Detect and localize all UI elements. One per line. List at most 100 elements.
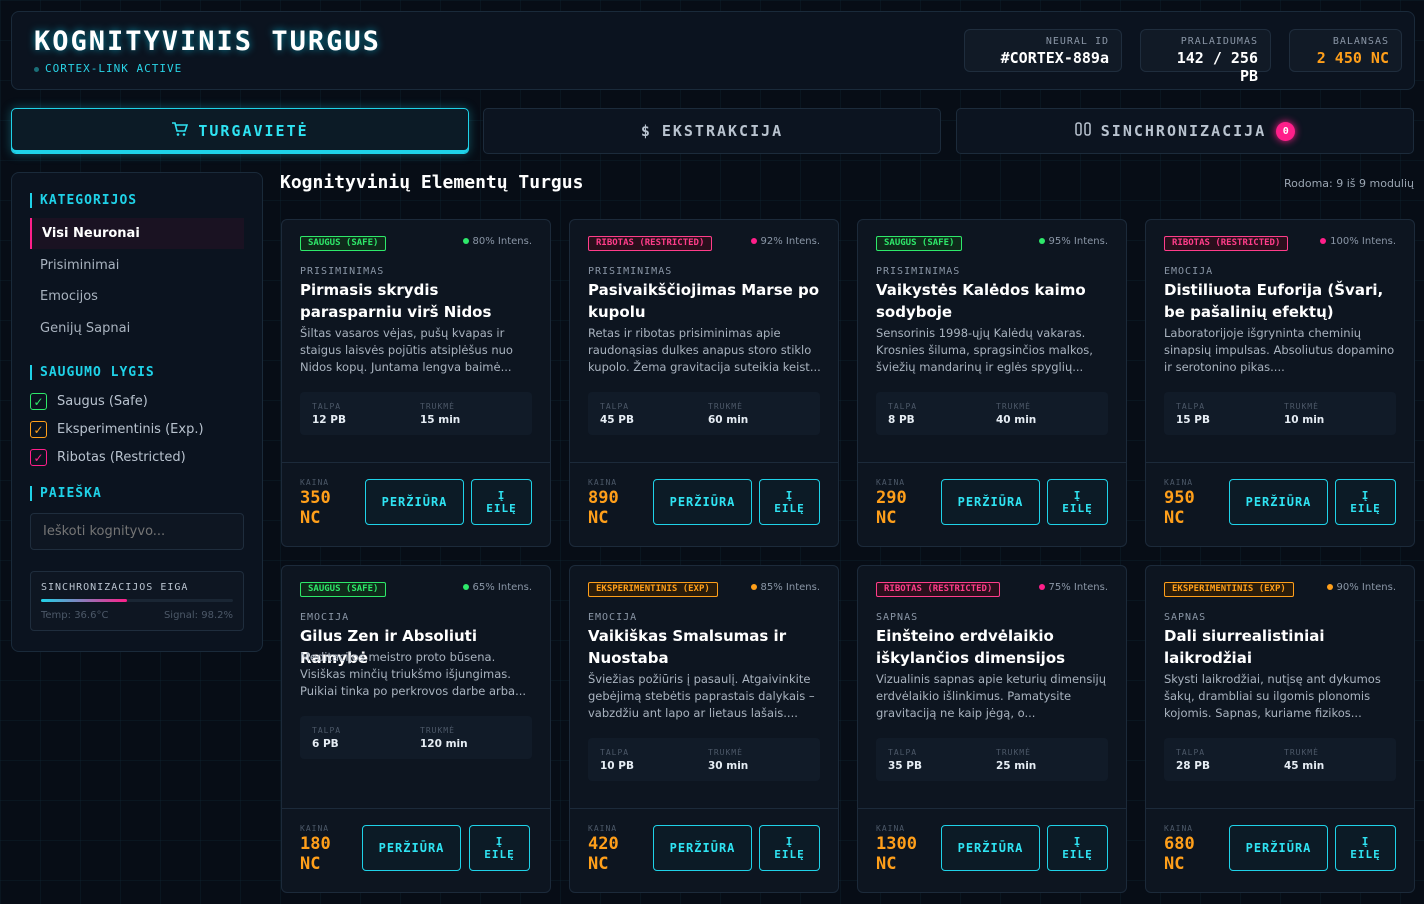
preview-button[interactable]: PERŽIŪRA (941, 479, 1040, 525)
sidebar-item-all-neurons[interactable]: Visi Neuronai (30, 218, 244, 249)
capacity-label: TALPA (1176, 402, 1206, 411)
add-to-queue-button[interactable]: Į EILĘ (759, 479, 820, 525)
capacity-value: 6 PB (312, 738, 339, 750)
card-category: PRISIMINIMAS (876, 266, 961, 277)
intensity-dot-icon (1326, 584, 1333, 590)
card-description: Meditacijos meistro proto būsena. Visišk… (300, 650, 527, 698)
price-currency: NC (876, 508, 897, 528)
card-description: Šviežias požiūris į pasaulį. Atgaivinkit… (588, 672, 815, 720)
queue-label-1: Į (1073, 835, 1082, 848)
filter-label: Saugus (Safe) (57, 394, 148, 409)
intensity-indicator: 75% Intens. (1038, 582, 1108, 593)
intensity-dot-icon (1038, 584, 1045, 590)
intensity-indicator: 92% Intens. (750, 236, 820, 247)
preview-button[interactable]: PERŽIŪRA (1229, 479, 1328, 525)
preview-button[interactable]: PERŽIŪRA (653, 479, 752, 525)
capacity-label: TALPA (600, 402, 630, 411)
intensity-dot-icon (462, 584, 469, 590)
add-to-queue-button[interactable]: Į EILĘ (759, 825, 820, 871)
sidebar-item-memories[interactable]: Prisiminimai (30, 250, 244, 281)
filter-experimental[interactable]: ✓ Eksperimentinis (Exp.) (30, 421, 204, 438)
duration-value: 45 min (1284, 760, 1325, 772)
add-to-queue-button[interactable]: Į EILĘ (1047, 479, 1108, 525)
preview-button[interactable]: PERŽIŪRA (1229, 825, 1328, 871)
queue-label-2: EILĘ (1062, 848, 1093, 861)
check-icon[interactable]: ✓ (30, 449, 47, 466)
card-specs: TALPA 28 PB TRUKMĖ 45 min (1164, 738, 1396, 781)
stat-label: NEURAL ID (1045, 36, 1109, 47)
price-currency: NC (876, 854, 897, 874)
queue-label-1: Į (1073, 489, 1082, 502)
safety-badge: EKSPERIMENTINIS (EXP) (588, 582, 718, 597)
add-to-queue-button[interactable]: Į EILĘ (1047, 825, 1108, 871)
add-to-queue-button[interactable]: Į EILĘ (1335, 479, 1396, 525)
queue-label-2: EILĘ (486, 502, 517, 515)
tab-label: EKSTRAKCIJA (661, 122, 784, 140)
categories-heading: KATEGORIJOS (30, 193, 137, 208)
price-value: 180 NC (300, 834, 355, 874)
card-category: SAPNAS (1164, 612, 1207, 623)
price-value: 350 NC (300, 488, 355, 528)
price-currency: NC (1164, 854, 1185, 874)
duration-label: TRUKMĖ (996, 748, 1031, 757)
preview-button[interactable]: PERŽIŪRA (941, 825, 1040, 871)
queue-label-1: Į (785, 835, 794, 848)
card-category: EMOCIJA (300, 612, 350, 623)
add-to-queue-button[interactable]: Į EILĘ (471, 479, 532, 525)
app-header: KOGNITYVINIS TURGUS CORTEX-LINK ACTIVE N… (11, 11, 1415, 90)
product-card: RIBOTAS (RESTRICTED) 75% Intens. SAPNAS … (857, 565, 1127, 893)
card-title: Vaikiškas Smalsumas ir Nuostaba (588, 627, 787, 667)
stat-value: 2 450 NC (1316, 49, 1389, 67)
safety-badge: RIBOTAS (RESTRICTED) (588, 236, 713, 251)
sidebar-item-emotions[interactable]: Emocijos (30, 281, 244, 312)
filter-restricted[interactable]: ✓ Ribotas (Restricted) (30, 449, 186, 466)
card-description: Skysti laikrodžiai, nutįsę ant dykumos š… (1164, 672, 1381, 720)
capacity-label: TALPA (888, 748, 918, 757)
safety-badge: RIBOTAS (RESTRICTED) (1164, 236, 1289, 251)
preview-button[interactable]: PERŽIŪRA (365, 479, 464, 525)
capacity-label: TALPA (1176, 748, 1206, 757)
price-label: KAINA (876, 478, 906, 487)
stat-value: #CORTEX-889a (1000, 49, 1109, 67)
sidebar-item-genius-dreams[interactable]: Genijų Sapnai (30, 313, 244, 344)
add-to-queue-button[interactable]: Į EILĘ (469, 825, 530, 871)
capacity-value: 12 PB (312, 414, 346, 426)
search-input[interactable] (30, 513, 244, 550)
filter-label: Eksperimentinis (Exp.) (57, 422, 204, 437)
card-divider (570, 462, 838, 463)
intensity-value: 85% Intens. (760, 582, 821, 593)
preview-button[interactable]: PERŽIŪRA (362, 825, 461, 871)
capacity-value: 45 PB (600, 414, 634, 426)
price-amount: 290 (876, 488, 907, 508)
price-amount: 420 (588, 834, 619, 854)
card-divider (1146, 462, 1414, 463)
intensity-indicator: 95% Intens. (1038, 236, 1108, 247)
tab-extraction[interactable]: $ EKSTRAKCIJA (483, 108, 941, 154)
intensity-indicator: 100% Intens. (1320, 236, 1396, 247)
check-icon[interactable]: ✓ (30, 421, 47, 438)
tab-label: TURGAVIETĖ (198, 122, 309, 140)
price-label: KAINA (588, 824, 618, 833)
dollar-icon: $ (640, 122, 652, 140)
card-title: Pasivaikščiojimas Marse po kupolu (588, 281, 820, 321)
price-label: KAINA (588, 478, 618, 487)
sync-progress-panel: SINCHRONIZACIJOS EIGA Temp: 36.6°C Signa… (30, 571, 244, 631)
capacity-label: TALPA (312, 402, 342, 411)
filter-safe[interactable]: ✓ Saugus (Safe) (30, 393, 148, 410)
duration-value: 60 min (708, 414, 749, 426)
queue-label-2: EILĘ (484, 848, 515, 861)
preview-button[interactable]: PERŽIŪRA (653, 825, 752, 871)
card-specs: TALPA 12 PB TRUKMĖ 15 min (300, 392, 532, 435)
tab-sync[interactable]: SINCHRONIZACIJA 0 (956, 108, 1414, 154)
price-value: 890 NC (588, 488, 643, 528)
add-to-queue-button[interactable]: Į EILĘ (1335, 825, 1396, 871)
tab-label: SINCHRONIZACIJA (1100, 122, 1267, 140)
queue-label-2: EILĘ (1350, 502, 1381, 515)
card-divider (1146, 808, 1414, 809)
stat-value: 142 / 256 PB (1176, 49, 1258, 85)
queue-label-2: EILĘ (774, 848, 805, 861)
card-title: Vaikystės Kalėdos kaimo sodyboje (876, 281, 1086, 321)
check-icon[interactable]: ✓ (30, 393, 47, 410)
tab-marketplace[interactable]: TURGAVIETĖ (11, 108, 469, 154)
queue-label-2: EILĘ (1062, 502, 1093, 515)
